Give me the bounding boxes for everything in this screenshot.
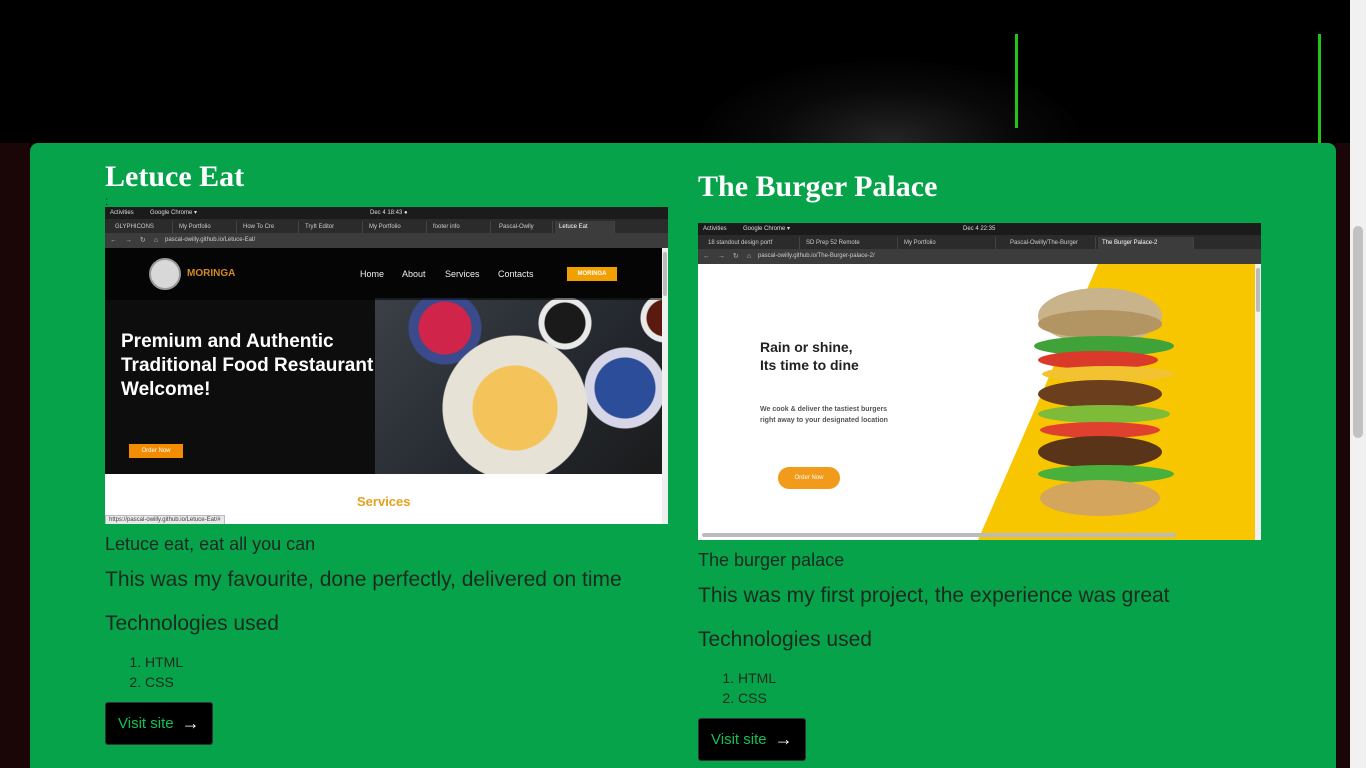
arrow-right-icon: → xyxy=(774,729,793,749)
project-screenshot: Activities Google Chrome ▾ Dec 4 18:43 ●… xyxy=(105,207,668,524)
burger-image xyxy=(1034,288,1174,516)
hero-heading: Premium and Authentic Traditional Food R… xyxy=(121,331,374,400)
page-scrollbar[interactable] xyxy=(1350,0,1366,768)
status-url: https://pascal-owilly.github.io/Letuce-E… xyxy=(105,515,225,524)
project-description: This was my favourite, done perfectly, d… xyxy=(105,568,622,591)
tech-item: HTML xyxy=(145,652,668,672)
browser-urlbar: ← → ↻ ⌂ pascal-owilly.github.io/The-Burg… xyxy=(698,249,1261,264)
tech-item: CSS xyxy=(738,688,1261,708)
project-title: Letuce Eat xyxy=(105,160,245,193)
os-topbar: Activities Google Chrome ▾ Dec 4 22:35 xyxy=(698,223,1261,235)
project-card-letuce-eat: Letuce Eat : Activities Google Chrome ▾ … xyxy=(105,159,668,745)
project-subtitle: Letuce eat, eat all you can xyxy=(105,534,316,554)
hero-heading: Rain or shine, Its time to dine xyxy=(760,339,859,373)
burger-site-preview: Rain or shine, Its time to dine We cook … xyxy=(698,264,1255,540)
os-topbar: Activities Google Chrome ▾ Dec 4 18:43 ● xyxy=(105,207,668,219)
screenshot-scrollbar xyxy=(1255,264,1261,540)
project-card-burger-palace: The Burger Palace Activities Google Chro… xyxy=(698,169,1261,761)
browser-urlbar: ← → ↻ ⌂ pascal-owilly.github.io/Letuce-E… xyxy=(105,233,668,248)
accent-line xyxy=(1318,34,1321,143)
browser-tabs: 18 standout design portf SD Prep 52 Remo… xyxy=(698,235,1261,249)
project-subtitle: The burger palace xyxy=(698,550,845,570)
tech-item: CSS xyxy=(145,672,668,692)
hero-background xyxy=(0,0,1350,143)
project-title: The Burger Palace xyxy=(698,170,938,203)
screenshot-scrollbar xyxy=(662,248,668,524)
tech-heading: Technologies used xyxy=(698,628,872,651)
hero-glow xyxy=(700,60,1080,143)
tech-list: HTML CSS xyxy=(105,652,668,692)
letuce-site-preview: MORINGA Home About Services Contacts MOR… xyxy=(105,248,662,474)
tech-heading: Technologies used xyxy=(105,612,279,635)
visit-site-button[interactable]: Visit site → xyxy=(698,718,806,761)
tech-item: HTML xyxy=(738,668,1261,688)
site-nav: MORINGA Home About Services Contacts MOR… xyxy=(105,248,662,300)
hero-subtext: We cook & deliver the tastiest burgers r… xyxy=(760,406,888,424)
chef-logo-icon xyxy=(149,258,181,290)
project-bullet: : xyxy=(105,194,109,208)
visit-site-button[interactable]: Visit site → xyxy=(105,702,213,745)
page-margin-left xyxy=(0,143,30,768)
accent-line xyxy=(1015,34,1018,128)
browser-tabs: GLYPHICONS My Portfolio How To Cre TryIt… xyxy=(105,219,668,233)
page-margin-right xyxy=(1336,143,1350,768)
arrow-right-icon: → xyxy=(181,713,200,733)
project-description: This was my first project, the experienc… xyxy=(698,584,1170,607)
tech-list: HTML CSS xyxy=(698,668,1261,708)
projects-panel: Letuce Eat : Activities Google Chrome ▾ … xyxy=(30,143,1336,768)
horizontal-scrollbar xyxy=(702,533,1176,537)
scrollbar-thumb[interactable] xyxy=(1353,226,1363,438)
project-screenshot: Activities Google Chrome ▾ Dec 4 22:35 1… xyxy=(698,223,1261,540)
